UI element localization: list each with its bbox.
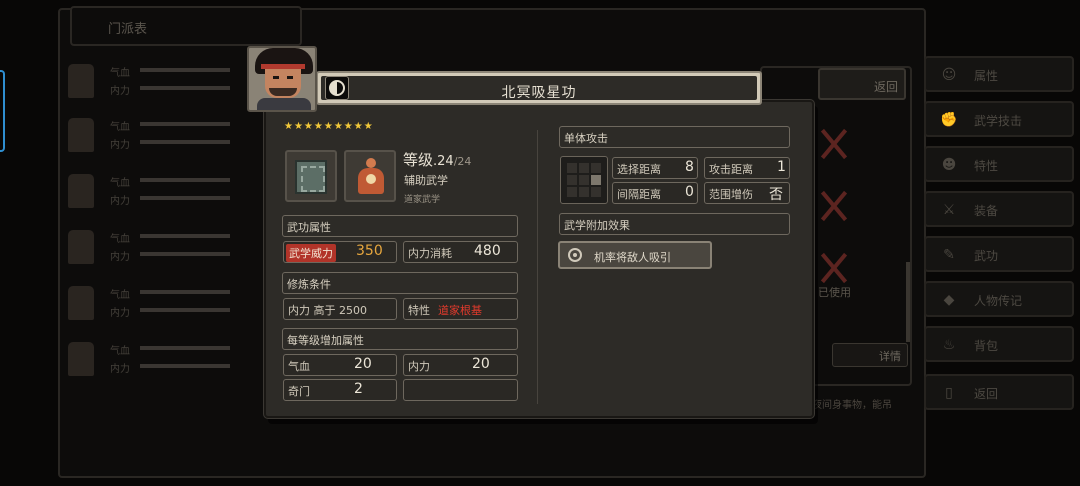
bg-detail-button[interactable]: 详情 [832, 343, 908, 367]
side-menu-biography[interactable]: ◆ 人物传记 [924, 281, 1074, 317]
game-screen: { "background": { "panel_title": "门派表", … [0, 0, 1080, 486]
attack-range-grid-icon [560, 156, 608, 204]
per-level-empty-field [403, 379, 518, 401]
scroll-icon: ✎ [943, 247, 955, 263]
side-menu-martial-skills[interactable]: ✊ 武学技击 [924, 101, 1074, 137]
section-attributes: 武功属性 [282, 215, 518, 237]
per-level-qimen-field: 奇门 2 [283, 379, 397, 401]
trait-requirement-field: 特性 道家根基 [403, 298, 518, 320]
bg-description-text: 夜间身事物，能吊 [812, 400, 892, 411]
character-icon [68, 174, 94, 208]
extra-effect-tag[interactable]: 机率将敌人吸引 [558, 241, 712, 269]
character-icon [68, 230, 94, 264]
skill-level: 等级.24/24 [403, 151, 472, 169]
skill-slot-icon[interactable] [816, 248, 852, 288]
fist-icon: ✊ [940, 112, 958, 128]
bg-character-row[interactable]: 气血 内力 [64, 282, 264, 328]
character-icon [68, 64, 94, 98]
skill-title: 北冥吸星功 [501, 85, 577, 101]
select-range-field: 选择距离 8 [612, 157, 698, 179]
door-icon: ▯ [945, 385, 953, 401]
sword-icon: ⚔ [942, 202, 956, 218]
character-portrait [247, 46, 317, 112]
skill-school: 道家武学 [404, 195, 441, 205]
bg-character-row[interactable]: 气血 内力 [64, 60, 264, 106]
manual-item-box[interactable] [285, 150, 337, 202]
section-requirements: 修炼条件 [282, 272, 518, 294]
used-label: 已使用 [818, 286, 851, 299]
side-menu-bag[interactable]: ♨ 背包 [924, 326, 1074, 362]
bg-panel-title: 门派表 [108, 22, 148, 37]
school-item-box[interactable] [344, 150, 396, 202]
bg-character-row[interactable]: 气血 内力 [64, 170, 264, 216]
side-menu-equipment[interactable]: ⚔ 装备 [924, 191, 1074, 227]
side-menu-traits[interactable]: ☻ 特性 [924, 146, 1074, 182]
bg-character-row[interactable]: 气血 内力 [64, 338, 264, 384]
column-divider [537, 130, 538, 404]
section-single-attack: 单体攻击 [559, 126, 790, 148]
bag-icon: ♨ [942, 337, 956, 353]
section-extra-effects: 武学附加效果 [559, 213, 790, 235]
side-menu-return[interactable]: ▯ 返回 [924, 374, 1074, 410]
attack-range-field: 攻击距离 1 [704, 157, 790, 179]
modal-title-bar: 北冥吸星功 [316, 71, 762, 105]
side-menu-attributes[interactable]: ☺ 属性 [924, 56, 1074, 92]
manual-book-icon [295, 160, 327, 194]
bg-scrollbar[interactable] [906, 262, 910, 342]
per-level-mp-field: 内力 20 [403, 354, 518, 376]
power-field: 武学威力 350 [283, 241, 397, 263]
side-menu-kungfu[interactable]: ✎ 武功 [924, 236, 1074, 272]
neili-cost-field: 内力消耗 480 [403, 241, 518, 263]
skill-type: 辅助武学 [404, 174, 448, 187]
bg-character-row[interactable]: 气血 内力 [64, 226, 264, 272]
yin-yang-icon [329, 80, 345, 96]
bg-character-row[interactable]: 气血 内力 [64, 114, 264, 160]
character-icon [68, 286, 94, 320]
character-icon [68, 118, 94, 152]
interval-range-field: 间隔距离 0 [612, 182, 698, 204]
star-person-icon: ☻ [941, 157, 957, 173]
section-per-level: 每等级增加属性 [282, 328, 518, 350]
person-icon: ☺ [941, 67, 957, 83]
bg-return-button[interactable]: 返回 [818, 68, 906, 100]
skill-slot-icon[interactable] [816, 124, 852, 164]
neili-requirement-field: 内力 高于 2500 [283, 298, 397, 320]
left-edge-tab[interactable] [0, 70, 5, 152]
aoe-damage-field: 范围增伤 否 [704, 182, 790, 204]
diamond-icon: ◆ [943, 292, 955, 308]
bg-title-tab [70, 6, 302, 46]
per-level-hp-field: 气血 20 [283, 354, 397, 376]
taoist-monk-icon [356, 158, 386, 196]
skill-slot-icon[interactable] [816, 186, 852, 226]
effect-target-icon [568, 248, 582, 262]
character-icon [68, 342, 94, 376]
skill-rating-stars: ★★★★★★★★★ [284, 121, 374, 132]
yin-yang-button[interactable] [325, 76, 349, 100]
